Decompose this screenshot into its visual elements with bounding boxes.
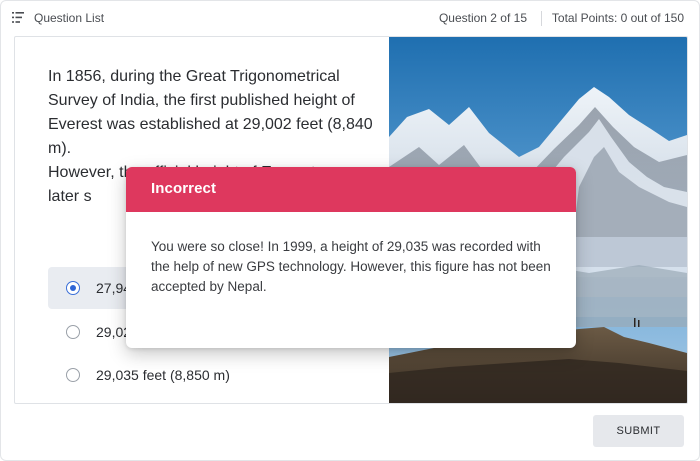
feedback-dialog: Incorrect You were so close! In 1999, a … [126,167,576,348]
question-list-link[interactable]: Question List [34,11,104,25]
total-points: Total Points: 0 out of 150 [551,11,684,25]
answer-label: 29,035 feet (8,850 m) [96,367,230,383]
header-divider [541,11,542,26]
answer-option-3[interactable]: 29,035 feet (8,850 m) [48,355,388,395]
radio-button[interactable] [66,325,80,339]
feedback-header: Incorrect [126,167,576,212]
submit-button[interactable]: SUBMIT [593,415,684,447]
top-bar: Question List Question 2 of 15 Total Poi… [0,0,700,36]
radio-button[interactable] [66,281,80,295]
radio-selected-dot [70,285,76,291]
question-paragraph-1: In 1856, during the Great Trigonometrica… [48,68,373,157]
radio-button[interactable] [66,368,80,382]
feedback-title: Incorrect [151,180,217,197]
list-icon[interactable] [12,12,24,23]
feedback-message: You were so close! In 1999, a height of … [151,239,551,294]
question-counter: Question 2 of 15 [438,11,527,25]
